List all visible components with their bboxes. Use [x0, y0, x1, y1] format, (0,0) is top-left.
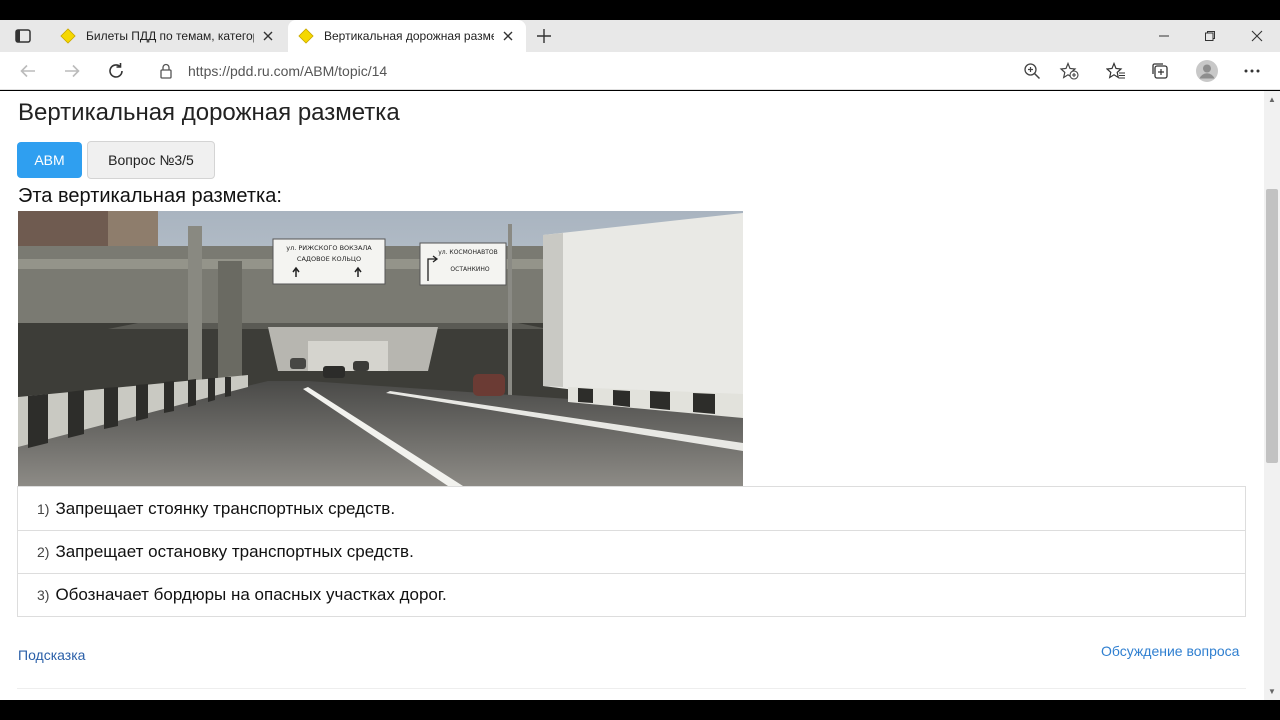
sign-left-line2: САДОВОЕ КОЛЬЦО [297, 255, 361, 263]
answer-option-3[interactable]: 3) Обозначает бордюры на опасных участка… [18, 573, 1245, 616]
profile-icon[interactable] [1194, 58, 1220, 84]
scroll-down-icon[interactable]: ▼ [1268, 687, 1276, 696]
hint-link[interactable]: Подсказка [18, 647, 85, 663]
answer-number: 1) [37, 500, 50, 517]
answer-number: 2) [37, 544, 50, 560]
collections-icon[interactable] [1149, 60, 1171, 82]
tab-label: Вертикальная дорожная разме [324, 29, 494, 43]
yellow-diamond-icon [298, 28, 314, 44]
sign-left-line1: ул. РИЖСКОГО ВОКЗАЛА [286, 244, 372, 252]
answer-number: 3) [37, 587, 50, 603]
restore-icon[interactable] [1200, 26, 1220, 46]
yellow-diamond-icon [60, 28, 76, 44]
refresh-icon[interactable] [105, 60, 127, 82]
answer-text: Обозначает бордюры на опасных участках д… [55, 585, 447, 604]
close-icon[interactable] [1247, 26, 1267, 46]
scroll-thumb[interactable] [1266, 189, 1278, 463]
star-plus-icon[interactable] [1059, 61, 1079, 85]
page-title: Вертикальная дорожная разметка [18, 99, 400, 126]
scroll-up-icon[interactable]: ▲ [1268, 95, 1276, 104]
minimize-icon[interactable] [1154, 26, 1174, 46]
answer-option-2[interactable]: 2) Запрещает остановку транспортных сред… [18, 530, 1245, 573]
tab-label: Билеты ПДД по темам, категор [86, 29, 254, 43]
question-image: ул. РИЖСКОГО ВОКЗАЛА САДОВОЕ КОЛЬЦО ул. … [18, 211, 743, 486]
sign-right-line2: ОСТАНКИНО [450, 266, 489, 273]
answers-list: 1) Запрещает стоянку транспортных средст… [17, 486, 1246, 617]
question-counter-button[interactable]: Вопрос №3/5 [87, 141, 215, 179]
browser-toolbar: https://pdd.ru.com/ABM/topic/14 [0, 52, 1280, 90]
category-button[interactable]: ABM [17, 142, 82, 178]
more-icon[interactable] [1241, 60, 1263, 82]
question-text: Эта вертикальная разметка: [18, 185, 282, 207]
lock-icon[interactable] [159, 63, 173, 84]
divider [17, 688, 1246, 689]
close-icon[interactable] [260, 28, 276, 44]
zoom-icon[interactable] [1023, 62, 1041, 85]
window-bottom-edge [0, 700, 1280, 720]
close-icon[interactable] [500, 28, 516, 44]
window-top-edge [0, 0, 1280, 20]
answer-option-1[interactable]: 1) Запрещает стоянку транспортных средст… [18, 487, 1245, 530]
sign-right-line1: ул. КОСМОНАВТОВ [438, 249, 498, 256]
page-content: Вертикальная дорожная разметка ABM Вопро… [0, 91, 1264, 700]
discussion-link[interactable]: Обсуждение вопроса [1101, 643, 1239, 659]
plus-icon[interactable] [534, 26, 554, 46]
favorites-icon[interactable] [1105, 60, 1127, 82]
answer-text: Запрещает стоянку транспортных средств. [55, 498, 396, 518]
vertical-scrollbar[interactable]: ▲ ▼ [1264, 91, 1280, 700]
forward-arrow-icon[interactable] [61, 60, 83, 82]
tab-vertical-marking[interactable]: Вертикальная дорожная разме [288, 20, 526, 52]
tab-tickets[interactable]: Билеты ПДД по темам, категор [50, 20, 286, 52]
tab-actions-icon[interactable] [12, 27, 34, 45]
address-bar[interactable]: https://pdd.ru.com/ABM/topic/14 [145, 56, 1095, 86]
back-arrow-icon[interactable] [17, 60, 39, 82]
answer-text: Запрещает остановку транспортных средств… [55, 542, 414, 561]
url-text[interactable]: https://pdd.ru.com/ABM/topic/14 [188, 63, 387, 79]
tab-strip: Билеты ПДД по темам, категор Вертикальна… [0, 20, 1280, 52]
